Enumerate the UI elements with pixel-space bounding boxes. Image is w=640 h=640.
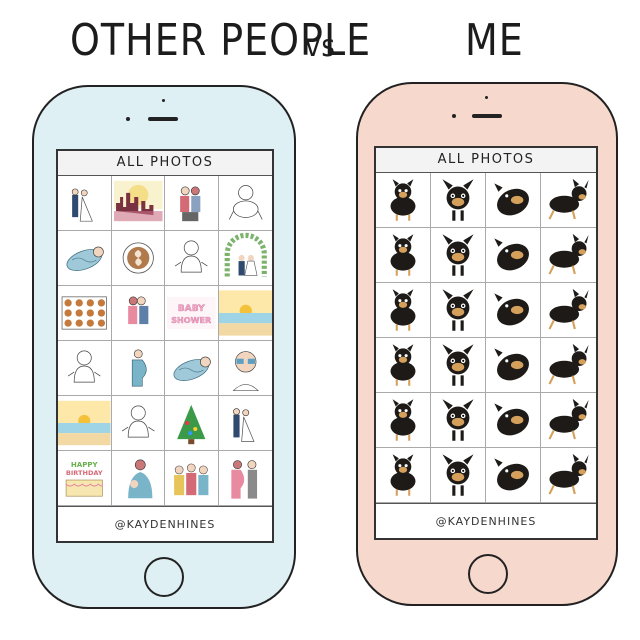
photo-thumbnail-chihuahua-dog[interactable]: [431, 173, 486, 228]
photo-thumbnail-swaddled-baby[interactable]: [58, 231, 112, 286]
home-button[interactable]: [144, 557, 184, 597]
camera-dot-icon: [162, 99, 165, 102]
photo-thumbnail-chihuahua-dog[interactable]: [431, 283, 486, 338]
photos-header: ALL PHOTOS: [58, 151, 272, 176]
sensor-icon: [126, 117, 130, 121]
home-button[interactable]: [468, 554, 508, 594]
photo-thumbnail-pregnant-couple[interactable]: [218, 451, 272, 506]
photo-thumbnail-baby-shower-sign[interactable]: BABYSHOWERBABY SHOWER: [165, 286, 219, 341]
photo-grid: [376, 173, 596, 504]
photo-thumbnail-baby-sitting[interactable]: [111, 396, 165, 451]
photo-thumbnail-city-skyline[interactable]: [111, 176, 165, 231]
photo-thumbnail-chihuahua-dog[interactable]: [541, 173, 596, 228]
photo-thumbnail-cookies-tray[interactable]: [58, 286, 112, 341]
photo-thumbnail-latte-art[interactable]: [111, 231, 165, 286]
photo-thumbnail-chihuahua-dog[interactable]: [486, 338, 541, 393]
photo-thumbnail-chihuahua-dog[interactable]: [376, 393, 431, 448]
photo-thumbnail-group-selfie[interactable]: [165, 451, 219, 506]
photo-thumbnail-wedding-couple[interactable]: [218, 396, 272, 451]
sensor-icon: [452, 114, 456, 118]
photo-thumbnail-chihuahua-dog[interactable]: [431, 338, 486, 393]
photo-thumbnail-chihuahua-dog[interactable]: [486, 228, 541, 283]
photo-thumbnail-chihuahua-dog[interactable]: [376, 448, 431, 503]
photo-thumbnail-chihuahua-dog[interactable]: [431, 448, 486, 503]
photo-thumbnail-chihuahua-dog[interactable]: [376, 283, 431, 338]
photo-thumbnail-birthday-cake[interactable]: HAPPYBIRTHDAYHAPPY BIRTHDAY: [58, 451, 112, 506]
credit-label: @KAYDENHINES: [114, 518, 216, 531]
photo-thumbnail-chihuahua-dog[interactable]: [541, 228, 596, 283]
photo-thumbnail-chihuahua-dog[interactable]: [486, 448, 541, 503]
photos-header: ALL PHOTOS: [376, 148, 596, 173]
svg-text:BIRTHDAY: BIRTHDAY: [66, 469, 103, 477]
photo-thumbnail-mother-baby[interactable]: [111, 451, 165, 506]
photo-thumbnail-wedding-couple[interactable]: [58, 176, 112, 231]
phone-other-people: ALL PHOTOS BABYSHOWERBABY SHOWERHAPPYBIR…: [32, 85, 296, 609]
photo-thumbnail-wedding-arch[interactable]: [218, 231, 272, 286]
photo-thumbnail-chihuahua-dog[interactable]: [376, 228, 431, 283]
photo-grid: BABYSHOWERBABY SHOWERHAPPYBIRTHDAYHAPPY …: [58, 176, 272, 507]
svg-text:BABY: BABY: [178, 304, 205, 314]
photo-thumbnail-beach-sunset[interactable]: [58, 396, 112, 451]
title-me: ME: [465, 14, 524, 66]
photo-thumbnail-chihuahua-dog[interactable]: [486, 393, 541, 448]
photo-thumbnail-baby-sitting[interactable]: [165, 231, 219, 286]
photo-thumbnail-chihuahua-dog[interactable]: [376, 338, 431, 393]
title-vs: vs: [305, 29, 336, 65]
photo-thumbnail-chihuahua-dog[interactable]: [541, 448, 596, 503]
photo-thumbnail-christmas-tree[interactable]: [165, 396, 219, 451]
photo-thumbnail-chihuahua-dog[interactable]: [486, 283, 541, 338]
svg-text:HAPPY: HAPPY: [71, 460, 99, 469]
photo-thumbnail-beach-sunset[interactable]: [218, 286, 272, 341]
screen: ALL PHOTOS BABYSHOWERBABY SHOWERHAPPYBIR…: [56, 149, 274, 543]
camera-dot-icon: [485, 96, 488, 99]
speaker-icon: [472, 114, 502, 118]
photo-thumbnail-chihuahua-dog[interactable]: [376, 173, 431, 228]
photo-thumbnail-chihuahua-dog[interactable]: [431, 393, 486, 448]
credit-label: @KAYDENHINES: [435, 515, 537, 528]
photo-thumbnail-woman-sunglasses[interactable]: [218, 341, 272, 396]
photo-thumbnail-couple-kiss[interactable]: [111, 286, 165, 341]
photo-thumbnail-chihuahua-dog[interactable]: [431, 228, 486, 283]
speaker-icon: [148, 117, 178, 121]
photo-thumbnail-chihuahua-dog[interactable]: [541, 283, 596, 338]
svg-text:SHOWER: SHOWER: [171, 316, 212, 325]
photo-thumbnail-chihuahua-dog[interactable]: [541, 338, 596, 393]
photo-thumbnail-chihuahua-dog[interactable]: [541, 393, 596, 448]
screen: ALL PHOTOS @KAYDENHINES: [374, 146, 598, 540]
photo-thumbnail-pregnant-woman[interactable]: [111, 341, 165, 396]
photo-thumbnail-swaddled-baby[interactable]: [165, 341, 219, 396]
photo-thumbnail-baby-crawling[interactable]: [218, 176, 272, 231]
phone-me: ALL PHOTOS @KAYDENHINES: [356, 82, 618, 606]
photo-thumbnail-baby-sitting[interactable]: [58, 341, 112, 396]
photo-thumbnail-couple-hug[interactable]: [165, 176, 219, 231]
photo-thumbnail-chihuahua-dog[interactable]: [486, 173, 541, 228]
